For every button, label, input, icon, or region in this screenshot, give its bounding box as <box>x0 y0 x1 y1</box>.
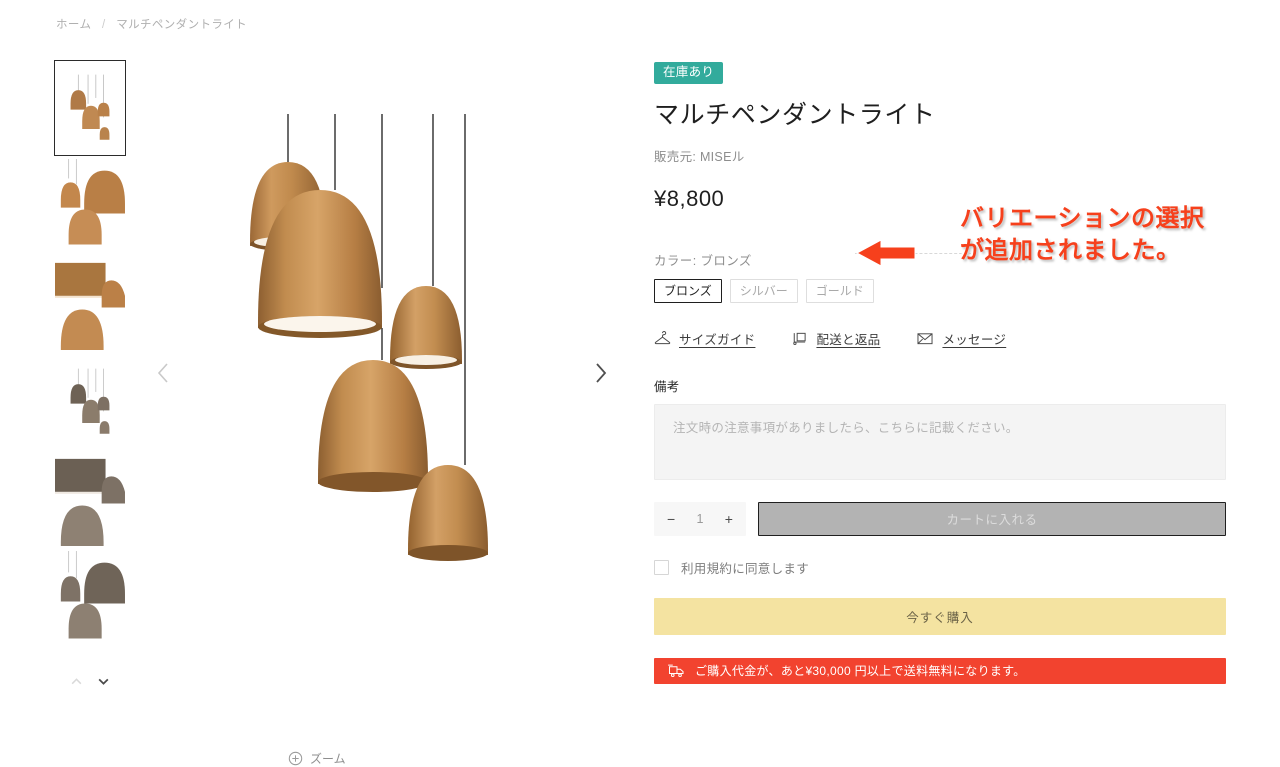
size-guide-link[interactable]: サイズガイド <box>654 329 755 348</box>
quantity-stepper: − 1 + <box>654 501 746 536</box>
chevron-up-icon[interactable] <box>70 675 83 688</box>
note-label: 備考 <box>654 379 680 394</box>
envelope-icon <box>917 333 933 344</box>
breadcrumb-separator: / <box>101 19 106 31</box>
variant-label: カラー: ブロンズ <box>654 253 752 268</box>
free-shipping-notice: ご購入代金が、あと¥30,000 円以上で送料無料になります。 <box>654 657 1226 684</box>
quantity-value[interactable]: 1 <box>697 512 704 526</box>
hanger-icon <box>654 330 671 344</box>
thumbnail-item[interactable] <box>54 60 126 156</box>
thumbnail-list <box>54 60 126 648</box>
zoom-in-icon <box>288 751 303 766</box>
message-link[interactable]: メッセージ <box>916 329 1006 348</box>
free-shipping-text: ご購入代金が、あと¥30,000 円以上で送料無料になります。 <box>695 664 1026 679</box>
quantity-decrease-button[interactable]: − <box>667 512 675 526</box>
pendant-lamp-thumb-image <box>55 61 125 155</box>
thumbnail-item[interactable] <box>54 256 126 352</box>
info-link-row: サイズガイド 配送と返品 メッセージ <box>654 329 1226 348</box>
thumbnail-item[interactable] <box>54 550 126 646</box>
main-image-stage <box>140 50 630 680</box>
shipping-returns-label: 配送と返品 <box>816 332 881 347</box>
breadcrumb: ホーム / マルチペンダントライト <box>56 16 247 32</box>
product-price: ¥8,800 <box>654 185 725 211</box>
quantity-increase-button[interactable]: + <box>725 512 733 526</box>
gallery-prev-button[interactable] <box>150 360 176 386</box>
pendant-lamp-thumb-image <box>55 453 125 547</box>
zoom-control[interactable]: ズーム <box>288 750 346 767</box>
product-info-panel: 在庫あり マルチペンダントライト 販売元: MISEル ¥8,800 カラー: … <box>654 62 1226 684</box>
purchase-row: − 1 + カートに入れる <box>654 501 1226 536</box>
product-gallery: ズーム <box>0 50 640 766</box>
pendant-lamp-thumb-image <box>55 551 125 645</box>
terms-checkbox[interactable] <box>654 559 669 575</box>
breadcrumb-home[interactable]: ホーム <box>56 19 91 31</box>
main-product-image[interactable] <box>230 110 540 570</box>
zoom-label: ズーム <box>310 752 346 766</box>
variant-option-group: ブロンズ シルバー ゴールド <box>654 278 1226 303</box>
chevron-down-icon[interactable] <box>97 675 110 688</box>
thumbnail-item[interactable] <box>54 354 126 450</box>
variant-option-gold[interactable]: ゴールド <box>805 278 874 303</box>
size-guide-label: サイズガイド <box>679 332 756 347</box>
gallery-next-button[interactable] <box>588 360 614 386</box>
delivery-box-icon <box>793 332 807 345</box>
chevron-right-icon <box>596 363 607 383</box>
variant-option-bronze[interactable]: ブロンズ <box>654 278 722 303</box>
pendant-lamp-thumb-image <box>55 355 125 449</box>
shipping-returns-link[interactable]: 配送と返品 <box>791 329 880 348</box>
page-title: マルチペンダントライト <box>654 100 936 129</box>
pendant-lamp-thumb-image <box>55 159 125 253</box>
buy-now-button[interactable]: 今すぐ購入 <box>654 597 1226 635</box>
status-badge: 在庫あり <box>654 62 724 84</box>
note-textarea[interactable]: 注文時の注意事項がありましたら、こちらに記載ください。 <box>654 403 1226 480</box>
thumbnail-item[interactable] <box>54 452 126 548</box>
message-label: メッセージ <box>942 332 1007 347</box>
thumbnail-nav <box>60 675 132 688</box>
terms-agreement-row: 利用規約に同意します <box>654 558 1226 577</box>
thumbnail-item[interactable] <box>54 158 126 254</box>
breadcrumb-current: マルチペンダントライト <box>116 19 248 31</box>
variant-option-silver[interactable]: シルバー <box>729 278 798 303</box>
add-to-cart-button[interactable]: カートに入れる <box>758 501 1226 536</box>
product-vendor: 販売元: MISEル <box>654 149 745 164</box>
pendant-lamp-thumb-image <box>55 257 125 351</box>
terms-label: 利用規約に同意します <box>681 561 810 576</box>
truck-icon <box>668 664 684 677</box>
chevron-left-icon <box>157 363 168 383</box>
